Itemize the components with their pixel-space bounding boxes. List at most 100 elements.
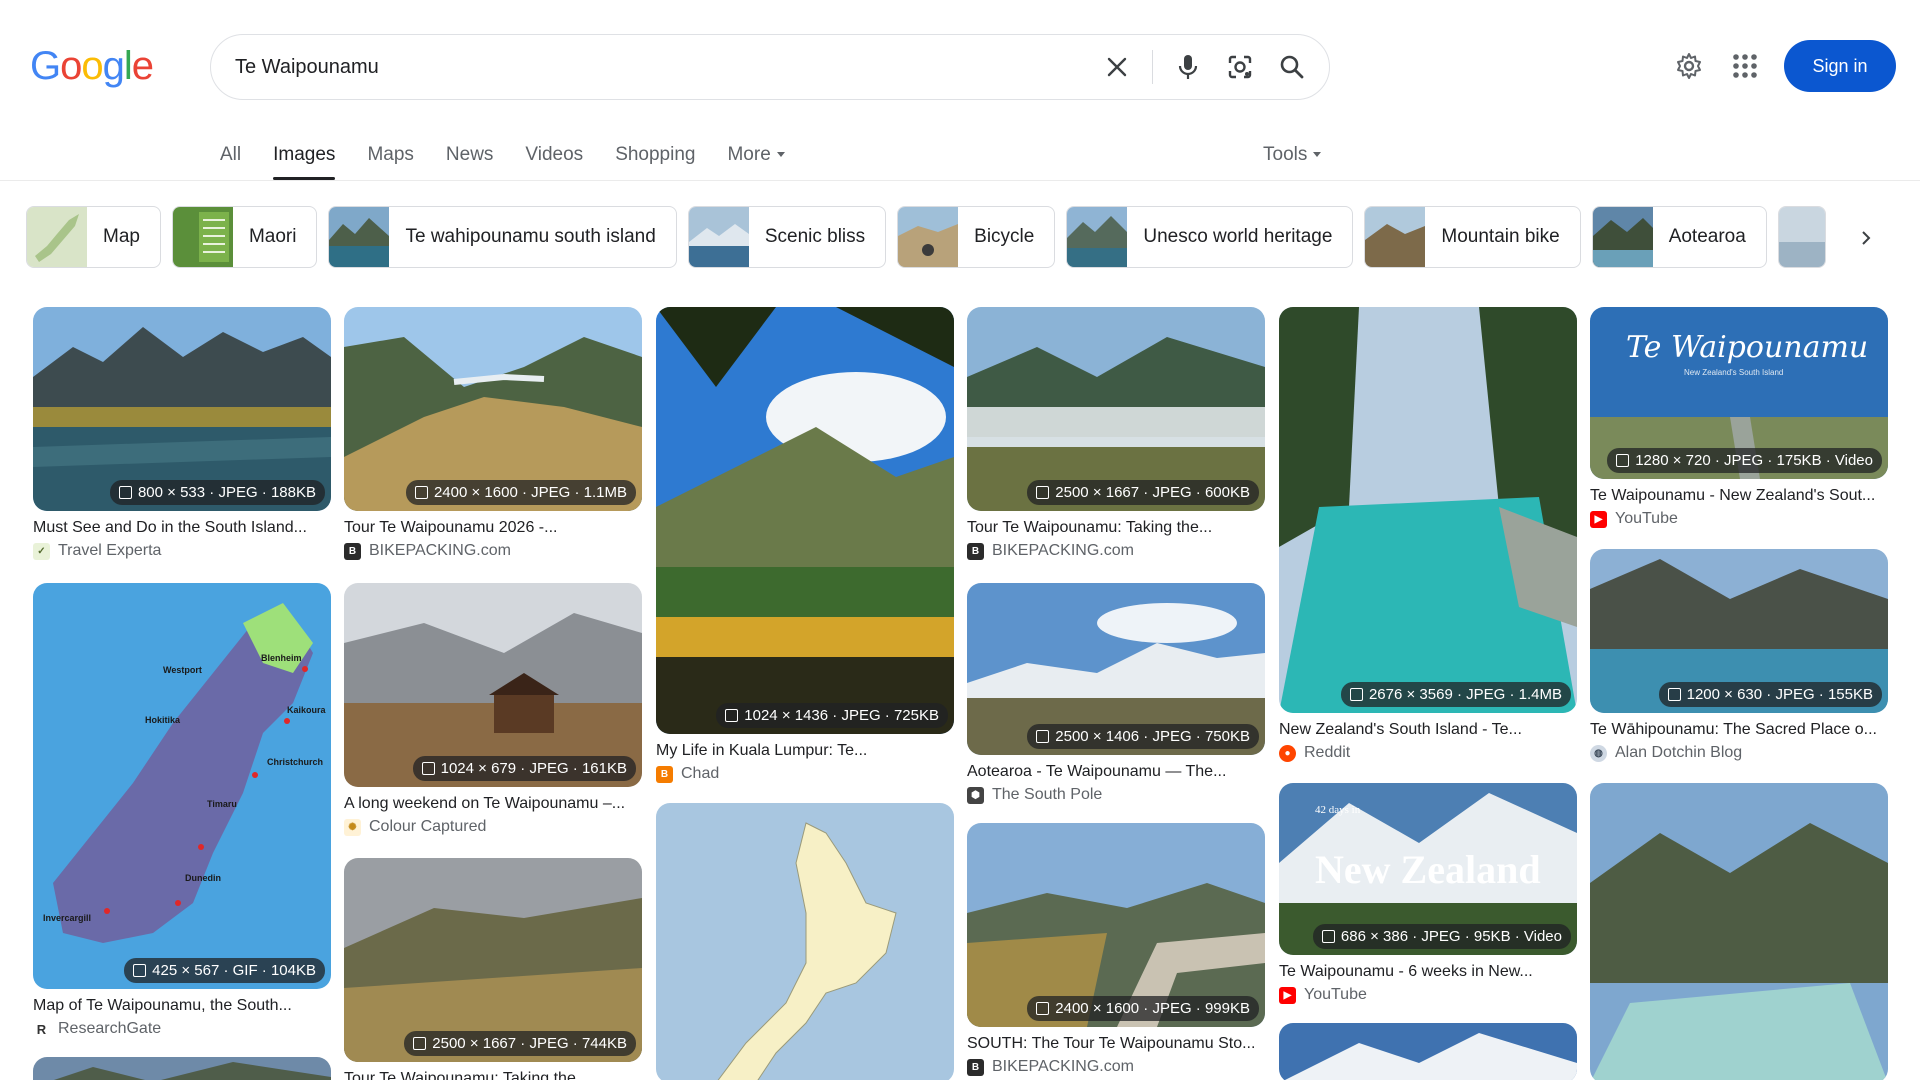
image-result[interactable]: Westport Blenheim Hokitika Kaikoura Chri…: [33, 583, 331, 1038]
result-image[interactable]: 1024 × 1436 · JPEG · 725KB: [656, 307, 954, 734]
result-source[interactable]: ◍ Alan Dotchin Blog: [1590, 744, 1888, 762]
chip-label: Map: [103, 226, 140, 247]
image-meta-badge: 2500 × 1667 · JPEG · 600KB: [1027, 480, 1259, 505]
chip-maori[interactable]: Maori: [171, 206, 318, 268]
result-image[interactable]: 1200 × 630 · JPEG · 155KB: [1590, 549, 1888, 713]
image-result[interactable]: [656, 803, 954, 1080]
result-source[interactable]: ● Reddit: [1279, 744, 1577, 762]
result-title[interactable]: Tour Te Waipounamu: Taking the...: [967, 519, 1265, 537]
image-result[interactable]: 1024 × 679 · JPEG · 161KB A long weekend…: [344, 583, 642, 836]
result-image[interactable]: [33, 1057, 331, 1080]
camera-lens-icon[interactable]: [1223, 50, 1257, 84]
travel-experta-icon: ✓: [33, 542, 50, 560]
result-image[interactable]: Te Waipounamu New Zealand's South Island…: [1590, 307, 1888, 479]
image-result[interactable]: 1200 × 630 · JPEG · 155KB Te Wāhipounamu…: [1590, 549, 1888, 762]
result-title[interactable]: Tour Te Waipounamu 2026 -...: [344, 519, 642, 537]
result-image[interactable]: 2500 × 1667 · JPEG · 600KB: [967, 307, 1265, 511]
result-source[interactable]: B BIKEPACKING.com: [344, 542, 642, 560]
tab-shopping[interactable]: Shopping: [615, 138, 695, 182]
result-title[interactable]: Te Waipounamu - New Zealand's Sout...: [1590, 487, 1888, 505]
result-title[interactable]: New Zealand's South Island - Te...: [1279, 721, 1577, 739]
map-label: Kaikoura: [287, 705, 327, 715]
result-source[interactable]: B Chad: [656, 765, 954, 783]
image-meta-badge: 2400 × 1600 · JPEG · 1.1MB: [405, 480, 636, 505]
result-source[interactable]: ▶ YouTube: [1590, 510, 1888, 528]
result-title[interactable]: Must See and Do in the South Island...: [33, 519, 331, 537]
image-result[interactable]: [1590, 783, 1888, 1080]
tools-label: Tools: [1263, 144, 1308, 165]
result-image[interactable]: [1590, 783, 1888, 1080]
chip-mountain-bike[interactable]: Mountain bike: [1364, 206, 1581, 268]
settings-gear-icon[interactable]: [1672, 49, 1706, 83]
tab-maps[interactable]: Maps: [367, 138, 413, 182]
image-result[interactable]: 1024 × 1436 · JPEG · 725KB My Life in Ku…: [656, 307, 954, 783]
chip-scenic-bliss[interactable]: Scenic bliss: [687, 206, 887, 268]
result-image[interactable]: 2500 × 1667 · JPEG · 744KB: [344, 858, 642, 1062]
source-name: ResearchGate: [58, 1020, 162, 1037]
image-result[interactable]: 2500 × 1406 · JPEG · 750KB Aotearoa - Te…: [967, 583, 1265, 804]
result-title[interactable]: Map of Te Waipounamu, the South...: [33, 997, 331, 1015]
chevron-right-icon[interactable]: [1846, 218, 1886, 258]
result-image[interactable]: 42 days in New Zealand 686 × 386 · JPEG …: [1279, 783, 1577, 955]
chip-te-wahipounamu-south-island[interactable]: Te wahipounamu south island: [328, 206, 677, 268]
chip-bicycle[interactable]: Bicycle: [897, 206, 1056, 268]
chip-map[interactable]: Map: [26, 206, 161, 268]
tab-videos[interactable]: Videos: [525, 138, 583, 182]
result-source[interactable]: B BIKEPACKING.com: [967, 542, 1265, 560]
result-title[interactable]: Te Waipounamu - 6 weeks in New...: [1279, 963, 1577, 981]
result-image[interactable]: 2676 × 3569 · JPEG · 1.4MB: [1279, 307, 1577, 713]
search-input[interactable]: [235, 55, 1015, 79]
result-image[interactable]: [1279, 1023, 1577, 1080]
result-source[interactable]: R ResearchGate: [33, 1020, 331, 1038]
microphone-icon[interactable]: [1171, 50, 1205, 84]
image-result[interactable]: 42 days in New Zealand 686 × 386 · JPEG …: [1279, 783, 1577, 1004]
result-image[interactable]: 2400 × 1600 · JPEG · 1.1MB: [344, 307, 642, 511]
map-label: Hokitika: [145, 715, 181, 725]
tab-more[interactable]: More: [727, 138, 785, 182]
image-result[interactable]: 2500 × 1667 · JPEG · 600KB Tour Te Waipo…: [967, 307, 1265, 560]
tab-news[interactable]: News: [446, 138, 494, 182]
tab-images[interactable]: Images: [273, 138, 336, 182]
tools-button[interactable]: Tools: [1263, 144, 1322, 166]
image-result[interactable]: 2400 × 1600 · JPEG · 1.1MB Tour Te Waipo…: [344, 307, 642, 560]
result-image[interactable]: 2400 × 1600 · JPEG · 999KB: [967, 823, 1265, 1027]
result-source[interactable]: B BIKEPACKING.com: [967, 1058, 1265, 1076]
image-result[interactable]: 2676 × 3569 · JPEG · 1.4MB New Zealand's…: [1279, 307, 1577, 762]
result-title[interactable]: A long weekend on Te Waipounamu –...: [344, 795, 642, 813]
chip-aotearoa[interactable]: Aotearoa: [1591, 206, 1767, 268]
image-result[interactable]: Te Waipounamu New Zealand's South Island…: [1590, 307, 1888, 528]
result-source[interactable]: ▶ YouTube: [1279, 986, 1577, 1004]
image-meta-text: 2676 × 3569 · JPEG · 1.4MB: [1368, 686, 1562, 703]
sign-in-button[interactable]: Sign in: [1784, 40, 1896, 92]
external-link-icon: [413, 1037, 427, 1050]
clear-icon[interactable]: [1100, 50, 1134, 84]
result-source[interactable]: ✓ Travel Experta: [33, 542, 331, 560]
image-result[interactable]: 2500 × 1667 · JPEG · 744KB Tour Te Waipo…: [344, 858, 642, 1080]
google-logo[interactable]: Google: [30, 44, 154, 88]
result-title[interactable]: Aotearoa - Te Waipounamu — The...: [967, 763, 1265, 781]
external-link-icon: [421, 762, 435, 775]
result-source[interactable]: ⬢ The South Pole: [967, 786, 1265, 804]
result-image[interactable]: [656, 803, 954, 1080]
image-result[interactable]: 800 × 533 · JPEG · 188KB Must See and Do…: [33, 307, 331, 560]
result-image[interactable]: 1024 × 679 · JPEG · 161KB: [344, 583, 642, 787]
image-result[interactable]: [1279, 1023, 1577, 1080]
apps-grid-icon[interactable]: [1728, 49, 1762, 83]
image-result[interactable]: [33, 1057, 331, 1080]
result-title[interactable]: Tour Te Waipounamu: Taking the...: [344, 1070, 642, 1080]
search-icon[interactable]: [1275, 50, 1309, 84]
result-image[interactable]: 2500 × 1406 · JPEG · 750KB: [967, 583, 1265, 755]
result-image[interactable]: 800 × 533 · JPEG · 188KB: [33, 307, 331, 511]
external-link-icon: [118, 486, 132, 499]
chip-label: Unesco world heritage: [1143, 226, 1333, 247]
result-title[interactable]: SOUTH: The Tour Te Waipounamu Sto...: [967, 1035, 1265, 1053]
image-result[interactable]: 2400 × 1600 · JPEG · 999KB SOUTH: The To…: [967, 823, 1265, 1076]
chip-partial[interactable]: [1777, 206, 1826, 268]
result-source[interactable]: ✺ Colour Captured: [344, 818, 642, 836]
result-title[interactable]: My Life in Kuala Lumpur: Te...: [656, 742, 954, 760]
result-image[interactable]: Westport Blenheim Hokitika Kaikoura Chri…: [33, 583, 331, 989]
chip-thumbnail: [1365, 207, 1426, 267]
tab-all[interactable]: All: [220, 138, 241, 182]
chip-unesco-world-heritage[interactable]: Unesco world heritage: [1066, 206, 1354, 268]
result-title[interactable]: Te Wāhipounamu: The Sacred Place o...: [1590, 721, 1888, 739]
